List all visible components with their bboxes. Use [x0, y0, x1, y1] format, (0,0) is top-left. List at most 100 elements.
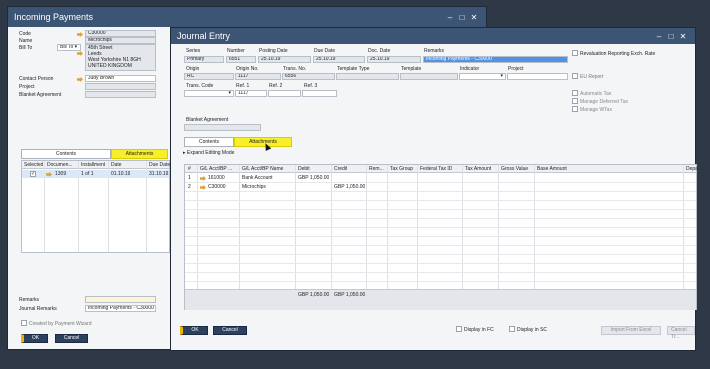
table-row[interactable]: 1 161000 Bank Account GBP 1,050.00 [185, 174, 696, 182]
remarks-label: Remarks [424, 48, 445, 54]
code-field[interactable]: C30000 [85, 30, 156, 37]
billto-label: Bill To [19, 45, 33, 51]
posting-date-field[interactable]: 25.10.19 [258, 56, 311, 63]
cancel-transaction-button[interactable]: Cancel Tr... [667, 326, 695, 340]
col-header[interactable]: Installment [81, 162, 105, 168]
ref2-field[interactable] [268, 90, 301, 97]
journal-entry-titlebar: Journal Entry – □ ✕ [171, 28, 695, 44]
display-in-fc-label: Display in FC [464, 327, 494, 333]
series-label: Series [186, 48, 201, 54]
origin-label: Origin [186, 66, 200, 72]
col-header[interactable]: Debit [298, 166, 310, 172]
series-field[interactable]: Primary [184, 56, 224, 63]
minimize-icon[interactable]: – [653, 32, 665, 41]
selected-checkbox[interactable]: ✓ [30, 171, 36, 177]
col-header[interactable]: Base Amount [537, 166, 567, 172]
eu-report-checkbox[interactable] [572, 73, 578, 79]
template-type-field[interactable] [336, 73, 399, 80]
billto-select[interactable]: Bill To ▾ [57, 44, 81, 51]
origin-no-field[interactable]: 1117 [235, 73, 281, 80]
cancel-button[interactable]: Cancel [213, 326, 247, 335]
blanket-agreement-field[interactable] [85, 91, 156, 98]
display-in-sc-checkbox[interactable] [509, 326, 515, 332]
col-header[interactable]: Date [111, 162, 122, 168]
journal-remarks-field[interactable]: Incoming Payments - C30000 [85, 305, 156, 312]
cancel-button[interactable]: Cancel [55, 334, 88, 343]
contact-person-field[interactable]: Judy Brown [85, 75, 156, 82]
grid-cell: 1 of 1 [81, 171, 94, 177]
ref1-label: Ref. 1 [236, 83, 250, 89]
tab-contents[interactable]: Contents [184, 137, 234, 147]
tab-contents[interactable]: Contents [21, 149, 111, 159]
code-label: Code [19, 31, 31, 37]
grid-cell: 1 [188, 175, 191, 181]
window-title: Journal Entry [177, 31, 231, 41]
doc-date-field[interactable]: 25.10.19 [367, 56, 421, 63]
expand-editing-label: Expand Editing Mode [186, 150, 235, 156]
blanket-agreement-field[interactable] [184, 124, 261, 131]
payment-wizard-checkbox[interactable] [21, 320, 27, 326]
col-header[interactable]: Due Date [149, 162, 170, 168]
row-link-arrow-icon[interactable] [46, 172, 52, 177]
due-date-field[interactable]: 25.10.19 [313, 56, 365, 63]
remarks-field[interactable]: Incoming Payments - C30000 [423, 56, 568, 63]
import-from-excel-button[interactable]: Import From Excel [601, 326, 661, 335]
grid-cell: Microchips [242, 184, 266, 190]
tab-attachments[interactable]: Attachments [111, 149, 168, 159]
ref1-field[interactable]: 1117 [235, 90, 267, 97]
col-header[interactable]: # [188, 166, 191, 172]
manage-wtax-label: Manage WTax [580, 107, 612, 113]
col-header[interactable]: G/L Acct/BP ... [200, 166, 232, 172]
grid-cell: 161000 [208, 175, 225, 181]
col-header[interactable]: Depa [686, 166, 698, 172]
minimize-icon[interactable]: – [444, 13, 456, 22]
table-row[interactable]: ✓ 1309 1 of 1 01.10.19 31.10.19 [22, 170, 169, 178]
col-header[interactable]: Selected [24, 162, 43, 168]
col-header[interactable]: Federal Tax ID [420, 166, 452, 172]
close-icon[interactable]: ✕ [677, 32, 689, 41]
origin-field[interactable]: RC [184, 73, 234, 80]
col-header[interactable]: Tax Group [390, 166, 413, 172]
number-label: Number [227, 48, 245, 54]
template-field[interactable] [400, 73, 458, 80]
ref3-field[interactable] [302, 90, 337, 97]
maximize-icon[interactable]: □ [665, 32, 677, 41]
close-icon[interactable]: ✕ [468, 13, 480, 22]
trans-no-field[interactable]: 6556 [282, 73, 335, 80]
col-header[interactable]: G/L Acct/BP Name [242, 166, 283, 172]
project-field[interactable] [507, 73, 568, 80]
ok-button[interactable]: OK [180, 326, 208, 335]
col-header[interactable]: Documen... [47, 162, 73, 168]
name-field[interactable]: Microchips [85, 37, 156, 44]
remarks-field[interactable] [85, 296, 156, 303]
col-header[interactable]: Rem... [369, 166, 384, 172]
reval-label: Revaluation Reporting Exch. Rate [580, 51, 656, 57]
manage-wtax-checkbox[interactable] [572, 106, 578, 112]
link-arrow-icon[interactable] [77, 32, 83, 37]
display-in-fc-checkbox[interactable] [456, 326, 462, 332]
col-header[interactable]: Tax Amount [465, 166, 491, 172]
expand-editing-mode[interactable]: ▸ Expand Editing Mode [183, 150, 234, 156]
project-field[interactable] [85, 83, 156, 90]
chevron-down-icon: ▾ [500, 73, 503, 79]
col-header[interactable]: Gross Value [501, 166, 528, 172]
manage-deferred-tax-checkbox[interactable] [572, 98, 578, 104]
trans-code-select[interactable]: ▾ [184, 90, 234, 97]
trans-no-label: Trans. No. [283, 66, 307, 72]
col-header[interactable]: Credit [334, 166, 347, 172]
name-label: Name [19, 38, 33, 44]
indicator-select[interactable]: ▾ [459, 73, 506, 80]
table-row[interactable]: 2 C30000 Microchips GBP 1,050.00 [185, 183, 696, 191]
indicator-label: Indicator [460, 66, 480, 72]
desktop: { "payments": { "title": "Incoming Payme… [0, 0, 710, 369]
number-field[interactable]: 6551 [226, 56, 256, 63]
reval-checkbox[interactable] [572, 50, 578, 56]
maximize-icon[interactable]: □ [456, 13, 468, 22]
billto-address[interactable]: 45th Street Leeds West Yorkshire N1 8GH … [85, 44, 156, 71]
contact-link-arrow-icon[interactable] [77, 77, 83, 82]
row-link-arrow-icon[interactable] [200, 176, 206, 181]
automatic-tax-checkbox[interactable] [572, 90, 578, 96]
address-link-arrow-icon[interactable] [77, 51, 83, 56]
ok-button[interactable]: OK [21, 334, 48, 343]
row-link-arrow-icon[interactable] [200, 185, 206, 190]
